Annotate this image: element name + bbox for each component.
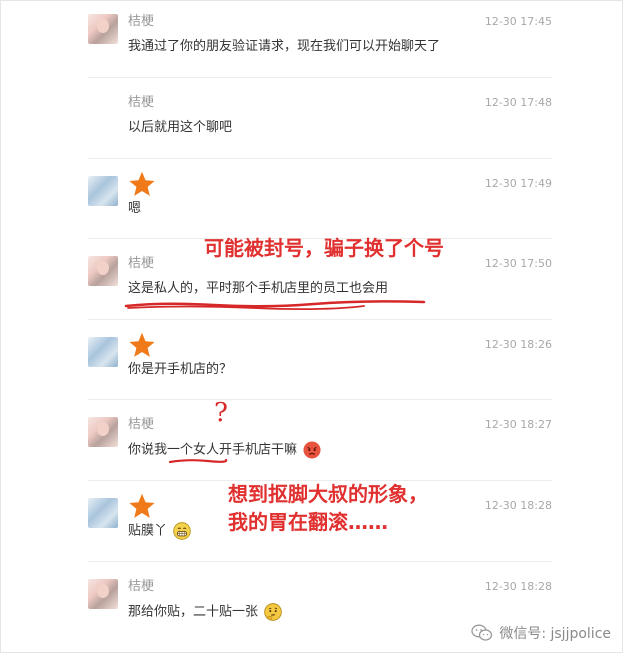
star-icon bbox=[129, 171, 155, 196]
message-text-content: 那给你贴，二十贴一张 bbox=[128, 604, 259, 620]
avatar[interactable] bbox=[88, 256, 118, 286]
avatar[interactable] bbox=[88, 337, 118, 367]
message-text: 嗯 bbox=[128, 201, 142, 216]
annotation-note-disgust: 想到抠脚大叔的形象， 我的胃在翻滚…… bbox=[228, 480, 428, 536]
sender-name: 桔梗 bbox=[128, 14, 155, 29]
sender-name: 桔梗 bbox=[128, 579, 155, 594]
avatar[interactable] bbox=[88, 498, 118, 528]
avatar[interactable] bbox=[88, 14, 118, 44]
grin-face-icon bbox=[173, 522, 191, 540]
divider bbox=[88, 399, 552, 400]
message-time: 12-30 17:49 bbox=[484, 177, 552, 190]
message-time: 12-30 18:27 bbox=[484, 418, 552, 431]
message-text: 那给你贴，二十贴一张 bbox=[128, 603, 282, 622]
message-text-content: 贴膜丫 bbox=[128, 523, 168, 539]
message-time: 12-30 18:26 bbox=[484, 338, 552, 351]
message-text: 我通过了你的朋友验证请求，现在我们可以开始聊天了 bbox=[128, 39, 441, 54]
annotation-note-banned: 可能被封号，骗子换了个号 bbox=[204, 236, 444, 260]
underline-annotation bbox=[168, 458, 228, 464]
star-icon bbox=[129, 493, 155, 518]
avatar[interactable] bbox=[88, 579, 118, 609]
watermark-text: 微信号: jsjjpolice bbox=[499, 626, 611, 642]
underline-annotation bbox=[124, 300, 426, 311]
message-text: 贴膜丫 bbox=[128, 522, 191, 541]
divider bbox=[88, 319, 552, 320]
message-time: 12-30 18:28 bbox=[484, 499, 552, 512]
angry-face-icon bbox=[303, 441, 321, 459]
message-time: 12-30 18:28 bbox=[484, 580, 552, 593]
wechat-icon bbox=[471, 624, 493, 641]
message-text: 以后就用这个聊吧 bbox=[128, 120, 233, 135]
thinking-face-icon bbox=[264, 603, 282, 621]
watermark: 微信号: jsjjpolice bbox=[471, 623, 611, 643]
sender-name: 桔梗 bbox=[128, 417, 155, 432]
divider bbox=[88, 561, 552, 562]
question-mark-annotation: ? bbox=[214, 398, 228, 428]
sender-name: 桔梗 bbox=[128, 256, 155, 271]
annotation-line: 我的胃在翻滚…… bbox=[228, 510, 388, 534]
divider bbox=[88, 77, 552, 78]
divider bbox=[88, 158, 552, 159]
message-text: 你是开手机店的？ bbox=[128, 362, 233, 377]
message-time: 12-30 17:50 bbox=[484, 257, 552, 270]
message-time: 12-30 17:45 bbox=[484, 15, 552, 28]
sender-name: 桔梗 bbox=[128, 95, 155, 110]
avatar[interactable] bbox=[88, 417, 118, 447]
avatar[interactable] bbox=[88, 176, 118, 206]
annotation-line: 想到抠脚大叔的形象， bbox=[228, 482, 428, 506]
star-icon bbox=[129, 332, 155, 357]
message-time: 12-30 17:48 bbox=[484, 96, 552, 109]
